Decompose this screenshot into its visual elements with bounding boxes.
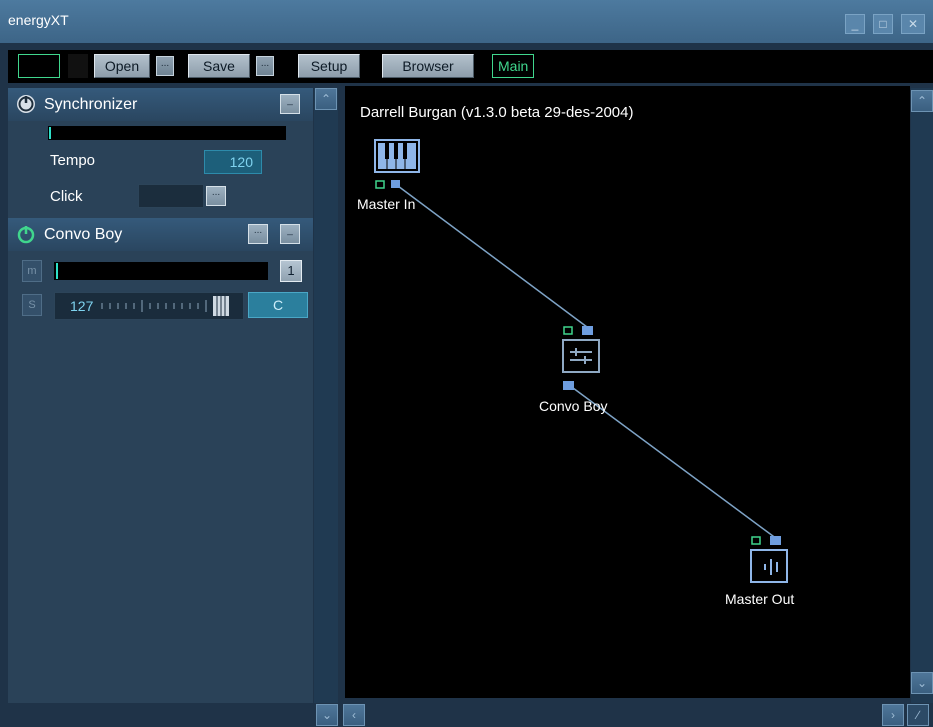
audio-out-port[interactable] bbox=[563, 381, 574, 390]
scroll-down-icon[interactable]: ⌄ bbox=[911, 672, 933, 694]
sync-position-marker bbox=[49, 127, 51, 139]
click-label: Click bbox=[50, 188, 83, 205]
save-more-button[interactable]: ... bbox=[256, 56, 274, 76]
scroll-up-icon[interactable]: ⌃ bbox=[315, 88, 337, 110]
audio-out-port[interactable] bbox=[391, 180, 400, 188]
title-bar: energyXT _ □ ✕ bbox=[0, 0, 933, 43]
minimize-icon[interactable]: _ bbox=[845, 14, 865, 34]
main-tab[interactable]: Main bbox=[492, 54, 535, 78]
window-title: energyXT bbox=[8, 12, 69, 28]
click-field[interactable] bbox=[138, 184, 204, 208]
velocity-value: 127 bbox=[70, 298, 94, 314]
node-label-master-in[interactable]: Master In bbox=[357, 196, 415, 212]
channel-slider-marker bbox=[56, 263, 58, 279]
power-icon[interactable] bbox=[16, 94, 36, 114]
sync-position-bar[interactable] bbox=[48, 126, 286, 140]
toolbar: Open ... Save ... Setup Browser Main bbox=[8, 50, 933, 83]
scroll-left-icon[interactable]: ‹ bbox=[343, 704, 365, 726]
routing-graph bbox=[374, 139, 788, 583]
channel-value[interactable]: 1 bbox=[280, 260, 302, 282]
scroll-right-icon[interactable]: › bbox=[882, 704, 904, 726]
scroll-up-icon[interactable]: ⌃ bbox=[911, 90, 933, 112]
restore-icon[interactable]: □ bbox=[873, 14, 893, 34]
open-button[interactable]: Open bbox=[94, 54, 150, 78]
resize-grip-icon[interactable]: ∕ bbox=[907, 704, 929, 726]
speaker-output-icon[interactable] bbox=[750, 549, 788, 583]
click-settings-button[interactable]: ... bbox=[206, 186, 226, 206]
browser-button[interactable]: Browser bbox=[382, 54, 474, 78]
keyboard-range-icon bbox=[101, 296, 229, 316]
synchronizer-header: Synchronizer _ bbox=[8, 88, 313, 121]
routing-canvas[interactable]: Darrell Burgan (v1.3.0 beta 29-des-2004) bbox=[345, 86, 910, 698]
tempo-label: Tempo bbox=[50, 152, 96, 169]
status-indicator bbox=[18, 54, 60, 78]
connection-line[interactable] bbox=[397, 185, 588, 328]
open-more-button[interactable]: ... bbox=[156, 56, 174, 76]
left-panel-scrollbar[interactable]: ⌃ bbox=[314, 88, 338, 703]
channel-slider[interactable] bbox=[54, 262, 268, 280]
note-field[interactable]: C bbox=[248, 292, 308, 318]
solo-button[interactable]: S bbox=[22, 294, 42, 316]
midi-in-port[interactable] bbox=[751, 536, 761, 545]
node-label-master-out[interactable]: Master Out bbox=[725, 591, 794, 607]
plugin-panel: Synchronizer _ Tempo 120 Click ... Convo… bbox=[8, 88, 313, 703]
tempo-field[interactable]: 120 bbox=[204, 150, 262, 174]
convo-boy-collapse-button[interactable]: _ bbox=[280, 224, 300, 244]
synchronizer-collapse-button[interactable]: _ bbox=[280, 94, 300, 114]
power-icon[interactable] bbox=[16, 224, 36, 244]
setup-button[interactable]: Setup bbox=[298, 54, 360, 78]
midi-monitor-button[interactable]: m bbox=[22, 260, 42, 282]
convo-boy-header: Convo Boy ... _ bbox=[8, 218, 313, 251]
midi-in-port[interactable] bbox=[375, 180, 385, 189]
node-label-convo-boy[interactable]: Convo Boy bbox=[539, 398, 607, 414]
close-icon[interactable]: ✕ bbox=[901, 14, 925, 34]
save-button[interactable]: Save bbox=[188, 54, 250, 78]
toolbar-spacer bbox=[68, 54, 88, 78]
audio-in-port[interactable] bbox=[770, 536, 781, 545]
convo-boy-edit-button[interactable]: ... bbox=[248, 224, 268, 244]
convo-boy-title: Convo Boy bbox=[44, 226, 123, 243]
canvas-horizontal-scrollbar[interactable]: ⌄ ‹ › ∕ bbox=[0, 703, 933, 727]
keyboard-icon[interactable] bbox=[374, 139, 420, 173]
canvas-vertical-scrollbar[interactable]: ⌃ ⌄ bbox=[911, 88, 933, 703]
midi-in-port[interactable] bbox=[563, 326, 573, 335]
scroll-down-icon[interactable]: ⌄ bbox=[316, 704, 338, 726]
mixer-icon[interactable] bbox=[562, 339, 600, 373]
synchronizer-title: Synchronizer bbox=[44, 96, 138, 113]
audio-in-port[interactable] bbox=[582, 326, 593, 335]
